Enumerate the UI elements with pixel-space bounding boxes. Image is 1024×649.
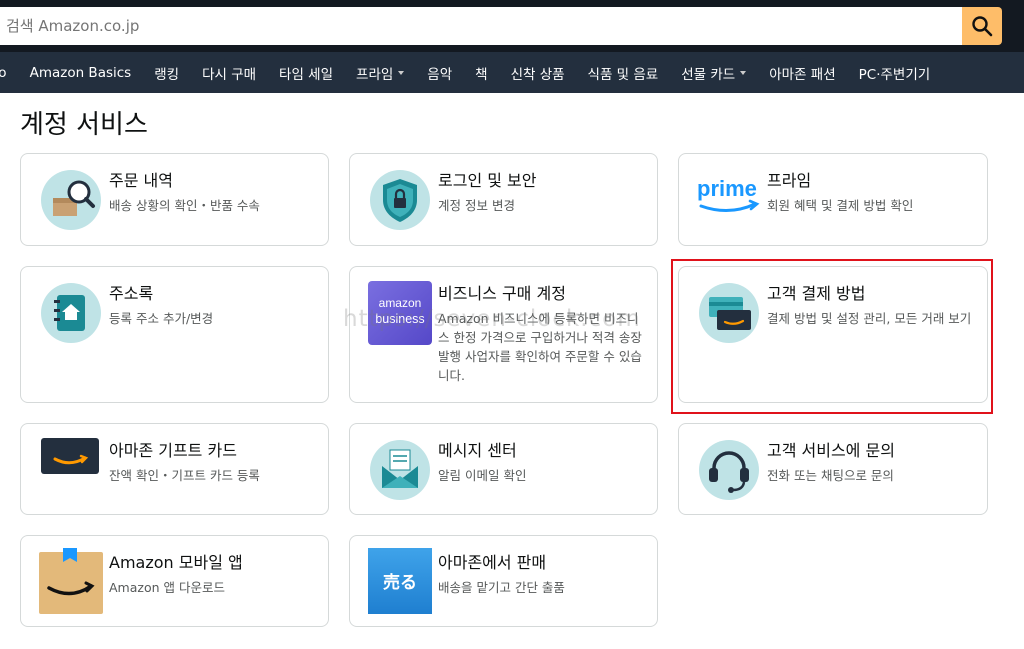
address-book-icon: [41, 283, 101, 343]
nav-item-label: 다시 구매: [202, 66, 257, 83]
card-description: 알림 이메일 확인: [438, 468, 527, 483]
card-address-book[interactable]: 주소록 등록 주소 추가/변경: [20, 266, 329, 403]
search-icon: [972, 16, 993, 37]
card-description: 전화 또는 채팅으로 문의: [767, 468, 894, 483]
nav-item-label: 타임 세일: [279, 66, 334, 83]
card-title: 고객 서비스에 문의: [767, 441, 895, 460]
search-input[interactable]: [0, 7, 962, 45]
nav-item[interactable]: PC·주변기기: [859, 63, 931, 83]
gift-card-icon: [41, 436, 101, 476]
card-title: 프라임: [767, 171, 812, 190]
nav-item-label: 음악: [427, 66, 453, 83]
business-logo-line2: business: [375, 312, 424, 326]
card-title: 메시지 센터: [438, 441, 517, 460]
prime-logo-icon: prime: [695, 176, 765, 220]
card-description: 배송을 맡기고 간단 출품: [438, 580, 565, 595]
caret-down-icon: [740, 70, 747, 75]
card-description: 계정 정보 변경: [438, 198, 515, 213]
nav-item[interactable]: 신착 상품: [511, 63, 565, 83]
nav-bar: eo Amazon Basics 랭킹 다시 구매 타임 세일 프라임 음악 책 신착 상품 식품…: [0, 52, 1024, 93]
card-customer-service[interactable]: 고객 서비스에 문의 전화 또는 채팅으로 문의: [678, 423, 988, 515]
sell-icon: 売る: [368, 548, 432, 614]
headset-icon: [699, 440, 759, 500]
nav-item-label: PC·주변기기: [858, 66, 931, 83]
search-button[interactable]: [962, 7, 1002, 45]
order-search-icon: [41, 170, 101, 230]
nav-item-label: 책: [475, 66, 488, 83]
card-mobile-app[interactable]: Amazon 모바일 앱 Amazon 앱 다운로드: [20, 535, 329, 627]
nav-item-label: 프라임: [356, 66, 394, 83]
page-title: 계정 서비스: [20, 110, 148, 140]
nav-item-label: 아마존 패션: [769, 66, 836, 83]
card-prime[interactable]: prime 프라임 회원 혜택 및 결제 방법 확인: [678, 153, 988, 246]
card-title: 아마존 기프트 카드: [109, 441, 237, 460]
nav-item[interactable]: 아마존 패션: [769, 63, 835, 83]
card-sell-on-amazon[interactable]: 売る 아마존에서 판매 배송을 맡기고 간단 출품: [349, 535, 658, 627]
card-description: Amazon 비즈니스에 등록하면 비즈니스 한정 가격으로 구입하거나 적격 …: [438, 311, 642, 383]
nav-item-label: 랭킹: [154, 66, 180, 83]
nav-item[interactable]: 식품 및 음료: [588, 63, 659, 83]
nav-item-label: Amazon Basics: [29, 64, 132, 81]
card-title: 로그인 및 보안: [438, 171, 537, 190]
sell-logo-text: 売る: [383, 572, 417, 593]
card-title: 주소록: [109, 284, 154, 303]
top-header: [0, 0, 1024, 52]
nav-item[interactable]: 타임 세일: [279, 63, 333, 83]
nav-item[interactable]: 프라임: [356, 63, 405, 83]
card-description: 회원 혜택 및 결제 방법 확인: [767, 198, 914, 213]
card-title: 아마존에서 판매: [438, 553, 547, 572]
card-message-center[interactable]: 메시지 센터 알림 이메일 확인: [349, 423, 658, 515]
nav-item[interactable]: 음악: [427, 63, 452, 83]
nav-item[interactable]: Amazon Basics: [30, 65, 132, 81]
card-gift-card[interactable]: 아마존 기프트 카드 잔액 확인・기프트 카드 등록: [20, 423, 329, 515]
card-description: 등록 주소 추가/변경: [109, 311, 214, 326]
amazon-business-icon: amazon business: [368, 281, 432, 345]
nav-item[interactable]: eo: [0, 65, 7, 81]
card-business-account[interactable]: amazon business 비즈니스 구매 계정 Amazon 비즈니스에 …: [349, 266, 658, 403]
card-login-security[interactable]: 로그인 및 보안 계정 정보 변경: [349, 153, 658, 246]
card-description: 잔액 확인・기프트 카드 등록: [109, 468, 260, 483]
card-order-history[interactable]: 주문 내역 배송 상황의 확인・반품 수속: [20, 153, 329, 246]
nav-item-label: 신착 상품: [510, 66, 565, 83]
security-shield-icon: [370, 170, 430, 230]
prime-logo-text: prime: [697, 176, 757, 201]
nav-item-label: 선물 카드: [681, 66, 736, 83]
business-logo-line1: amazon: [379, 296, 422, 310]
mail-envelope-icon: [370, 440, 430, 500]
nav-item[interactable]: 랭킹: [154, 63, 179, 83]
card-title: Amazon 모바일 앱: [109, 553, 243, 572]
nav-item-label: eo: [0, 64, 7, 81]
nav-item-label: 식품 및 음료: [587, 66, 659, 83]
card-title: 비즈니스 구매 계정: [438, 284, 566, 303]
caret-down-icon: [398, 70, 405, 75]
nav-item[interactable]: 다시 구매: [202, 63, 256, 83]
amazon-app-icon: [39, 548, 103, 614]
highlight-box: [671, 259, 993, 414]
card-description: 배송 상황의 확인・반품 수속: [109, 198, 260, 213]
nav-item[interactable]: 책: [475, 63, 487, 83]
card-title: 주문 내역: [109, 171, 173, 190]
card-description: Amazon 앱 다운로드: [109, 580, 225, 595]
nav-item[interactable]: 선물 카드: [681, 63, 747, 83]
